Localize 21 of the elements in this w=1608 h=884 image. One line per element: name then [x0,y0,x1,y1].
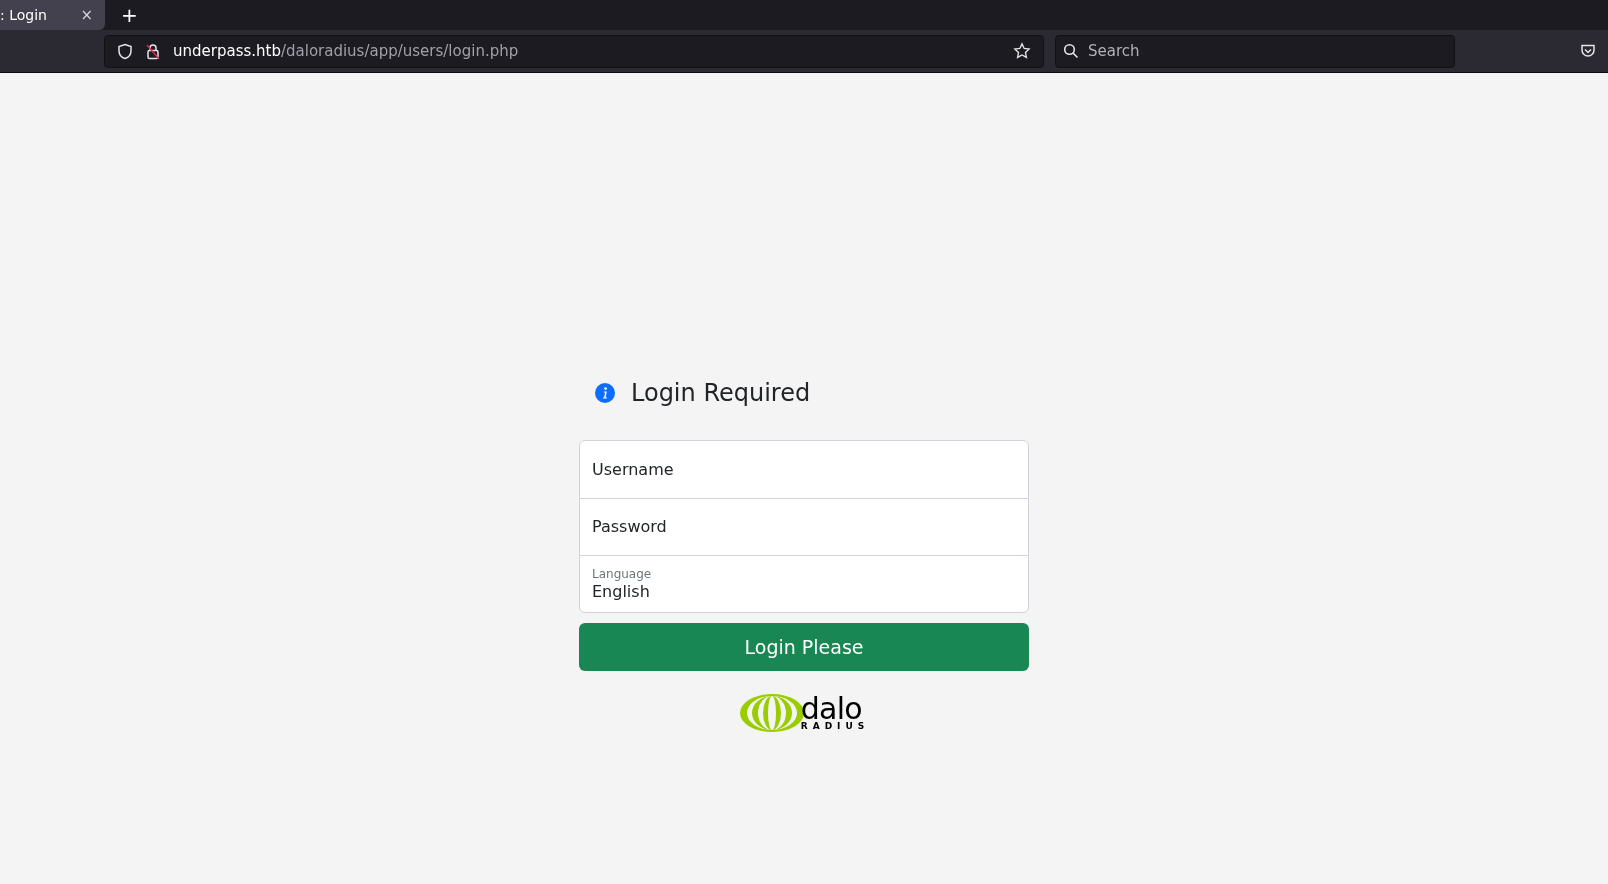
address-bar[interactable]: underpass.htb/daloradius/app/users/login.php [104,34,1044,68]
browser-tab[interactable]: : Login × [0,0,105,30]
pocket-icon[interactable] [1580,43,1596,59]
login-title: Login Required [631,378,811,409]
star-icon[interactable] [1013,42,1031,60]
lock-icon[interactable] [145,42,161,60]
username-field[interactable]: Username [592,457,1016,482]
logo-subtitle: RADIUS [800,721,870,731]
search-icon [1063,42,1079,59]
new-tab-button[interactable]: + [121,5,138,25]
logo-wordmark: dalo [800,695,862,722]
language-select[interactable]: Language English [580,555,1028,612]
shield-icon[interactable] [117,42,133,60]
url-text[interactable]: underpass.htb/daloradius/app/users/login.php [173,39,519,63]
language-label: Language [592,566,653,582]
info-icon [595,383,615,403]
login-button[interactable]: Login Please [579,623,1029,671]
language-value: English [592,581,651,602]
close-button[interactable]: × [80,3,93,27]
password-field[interactable]: Password [592,515,1016,539]
search-field[interactable]: Search [1055,34,1455,68]
